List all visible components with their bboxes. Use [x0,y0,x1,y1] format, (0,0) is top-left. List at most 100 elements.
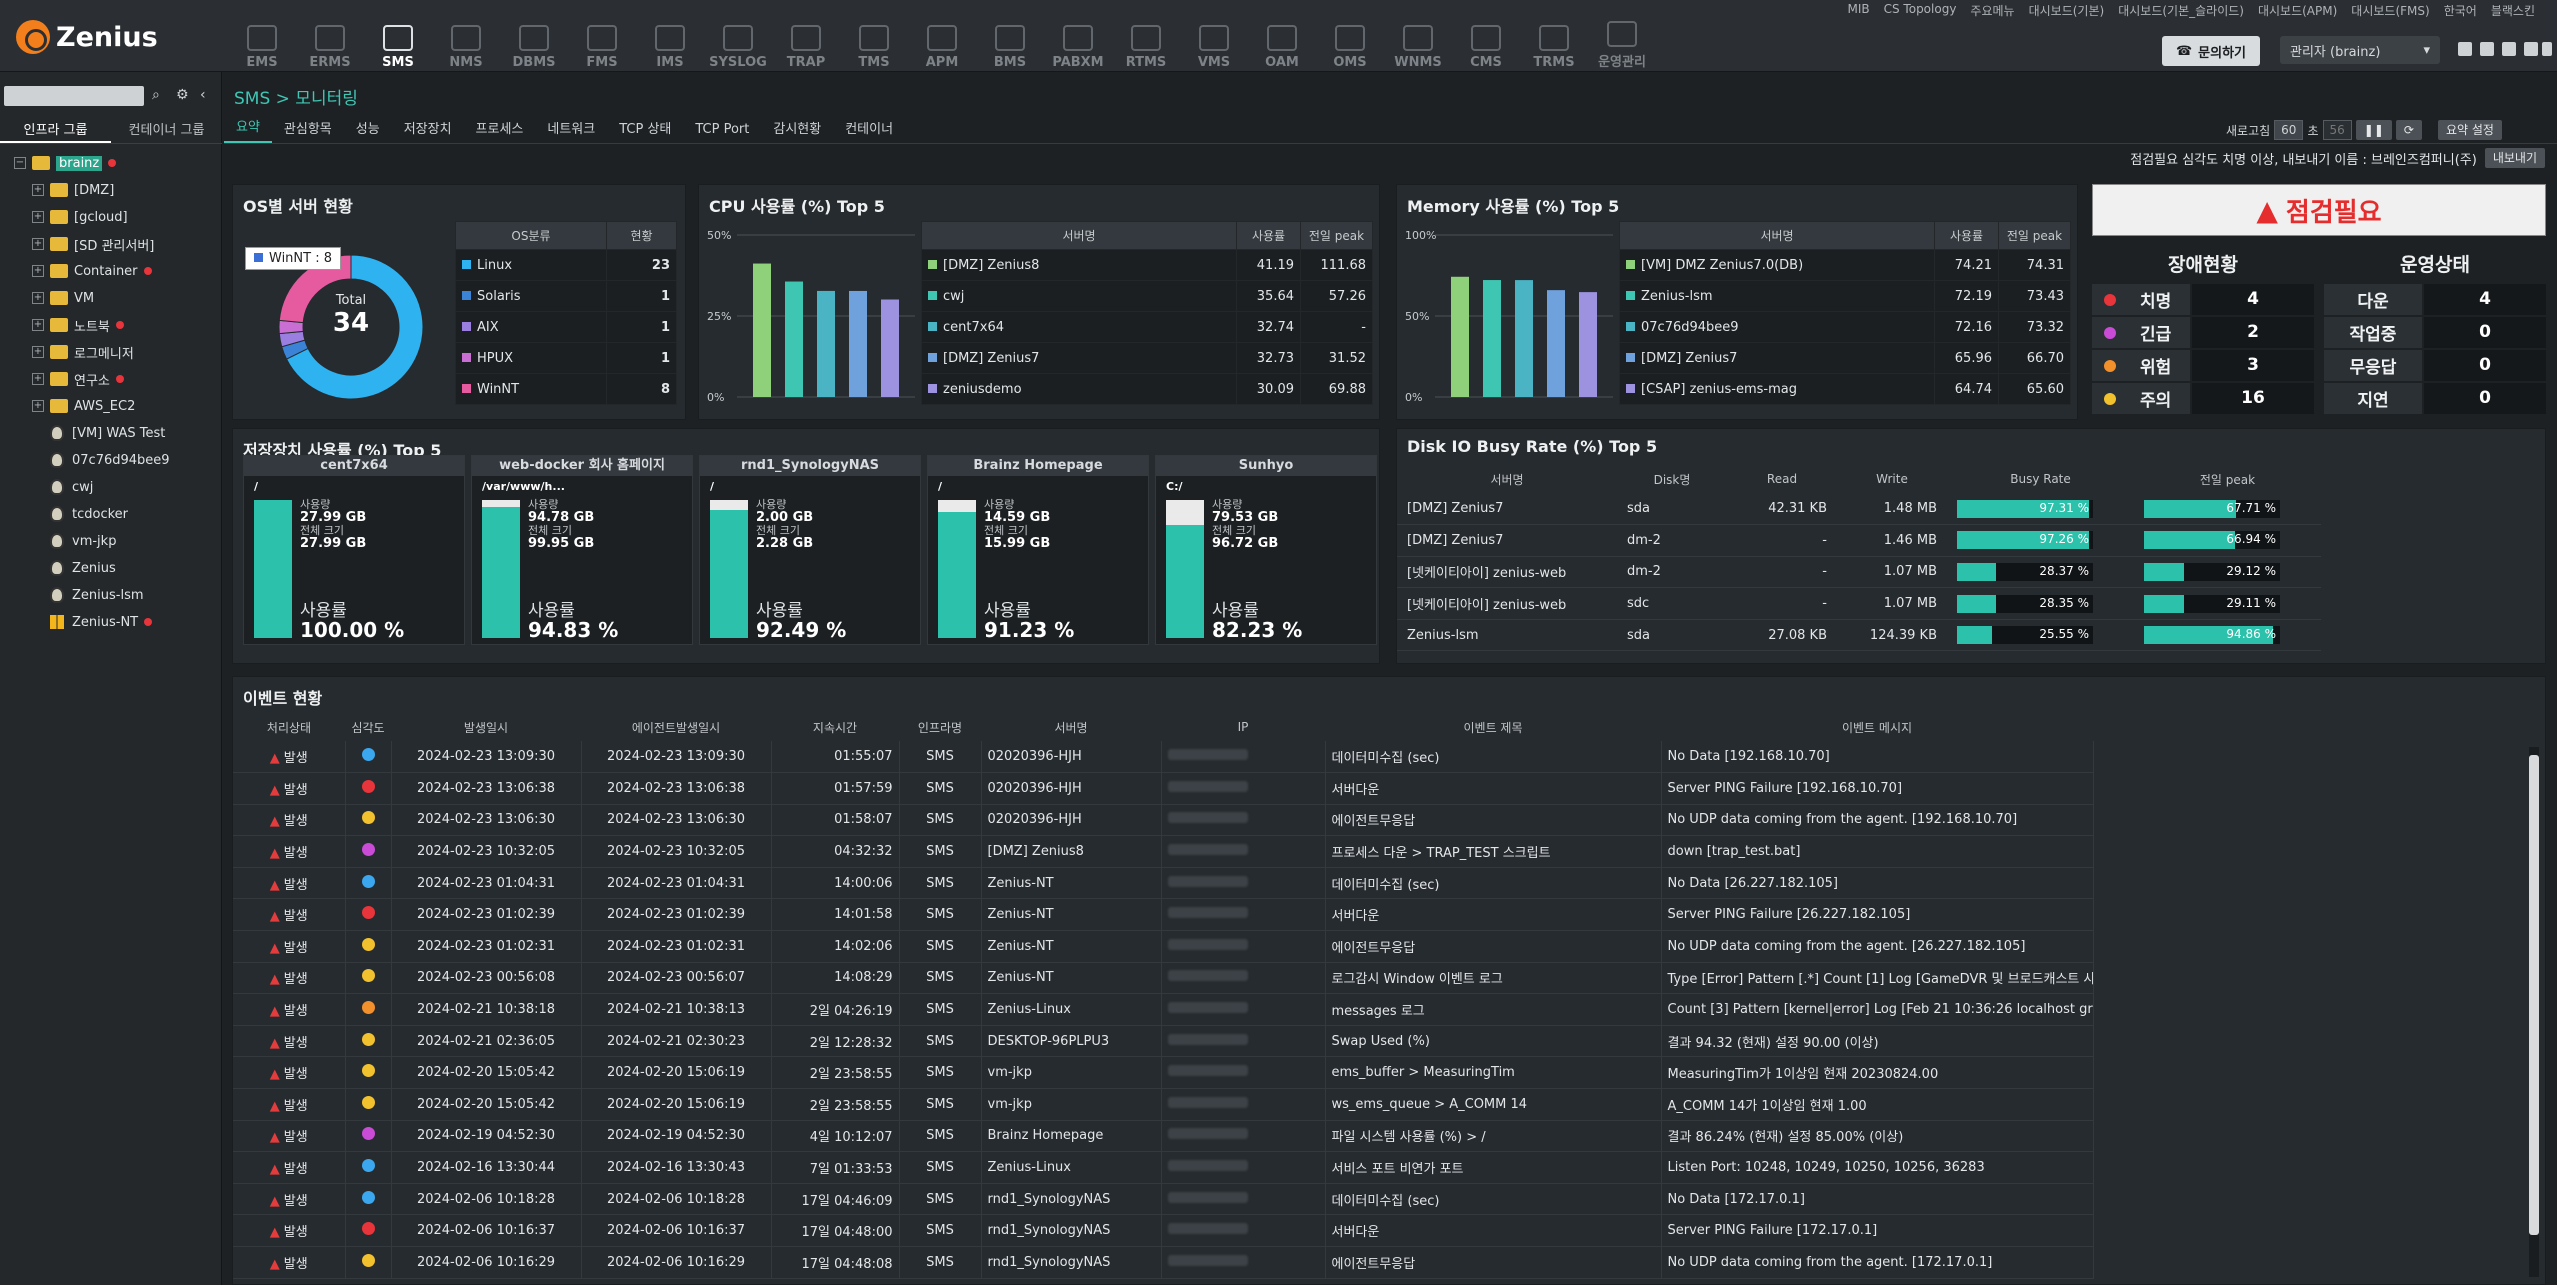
module-rtms[interactable]: RTMS [1112,14,1180,70]
summary-settings-button[interactable]: 요약 설정 [2437,120,2502,140]
sidebar-tab[interactable]: 인프라 그룹 [0,118,111,143]
table-row[interactable]: [CSAP] zenius-ems-mag 64.74 65.60 [1619,373,2071,405]
table-row[interactable]: cwj 35.64 57.26 [921,280,1373,312]
plus-icon[interactable]: + [32,292,44,304]
event-col-header[interactable]: 발생일시 [391,713,581,741]
module-sms[interactable]: SMS [364,14,432,70]
tree-node[interactable]: − brainz [14,150,117,176]
status-row[interactable]: 다운 4 [2324,284,2546,315]
plus-icon[interactable]: + [32,265,44,277]
table-row[interactable]: ▲ 발생 2024-02-23 13:06:30 2024-02-23 13:06:3… [233,804,2094,837]
plus-icon[interactable]: + [32,346,44,358]
module-wnms[interactable]: WNMS [1384,14,1452,70]
table-row[interactable]: [DMZ] Zenius7 65.96 66.70 [1619,342,2071,374]
event-col-header[interactable]: 심각도 [345,713,391,741]
top-link[interactable]: CS Topology [1884,2,1957,19]
table-row[interactable]: ▲ 발생 2024-02-16 13:30:44 2024-02-16 13:30:4… [233,1151,2094,1184]
event-col-header[interactable]: 인프라명 [899,713,981,741]
plus-icon[interactable]: + [32,238,44,250]
module-oms[interactable]: OMS [1316,14,1384,70]
top-link[interactable]: MIB [1848,2,1870,19]
refresh-interval-select[interactable]: 60 [2274,120,2304,140]
tab-성능[interactable]: 성능 [344,117,392,143]
top-link[interactable]: 대시보드(기본) [2029,2,2105,19]
table-row[interactable]: ▲ 발생 2024-02-06 10:18:28 2024-02-06 10:18:2… [233,1183,2094,1216]
table-row[interactable]: ▲ 발생 2024-02-20 15:05:42 2024-02-20 15:06:1… [233,1088,2094,1121]
admin-select[interactable]: 관리자 (brainz) ▾ [2280,36,2440,64]
tree-node[interactable]: + 연구소 [32,366,124,392]
module-oam[interactable]: OAM [1248,14,1316,70]
module-fms[interactable]: FMS [568,14,636,70]
top-link[interactable]: 대시보드(FMS) [2351,2,2429,19]
export-button[interactable]: 내보내기 [2484,148,2545,168]
module-운영관리[interactable]: 운영관리 [1588,14,1656,70]
module-trap[interactable]: TRAP [772,14,840,70]
event-col-header[interactable]: IP [1161,713,1325,741]
table-row[interactable]: ▲ 발생 2024-02-06 10:16:29 2024-02-06 10:16:2… [233,1246,2094,1279]
tab-TCP Port[interactable]: TCP Port [683,117,761,143]
table-row[interactable]: ▲ 발생 2024-02-23 01:02:39 2024-02-23 01:02:3… [233,898,2094,932]
top-link[interactable]: 대시보드(APM) [2258,2,2337,19]
plus-icon[interactable]: + [32,319,44,331]
table-row[interactable]: ▲ 발생 2024-02-23 10:32:05 2024-02-23 10:32:0… [233,835,2094,868]
chart-bar[interactable] [1451,276,1469,397]
event-scrollbar[interactable] [2529,747,2539,1277]
gear-icon[interactable]: ⚙ [176,88,190,102]
tree-node[interactable]: + [SD 관리서버] [32,231,154,257]
module-vms[interactable]: VMS [1180,14,1248,70]
storage-card[interactable]: web-docker 회사 홈페이지/var/www/h... 사용량 94.78 … [471,455,693,645]
tree-node[interactable]: vm-jkp [50,528,116,554]
module-bms[interactable]: BMS [976,14,1044,70]
table-row[interactable]: [DMZ] Zenius7 32.73 31.52 [921,342,1373,374]
event-col-header[interactable]: 서버명 [981,713,1161,741]
event-col-header[interactable]: 지속시간 [771,713,899,741]
tree-node[interactable]: + 노트북 [32,312,124,338]
table-row[interactable]: ▲ 발생 2024-02-06 10:16:37 2024-02-06 10:16:3… [233,1214,2094,1247]
module-dbms[interactable]: DBMS [500,14,568,70]
status-row[interactable]: 주의 16 [2092,383,2314,414]
tab-관심항목[interactable]: 관심항목 [272,117,344,143]
table-row[interactable]: ▲ 발생 2024-02-21 10:38:18 2024-02-21 10:38:1… [233,993,2094,1026]
zenius-logo[interactable]: Zenius [16,20,158,54]
top-link[interactable]: 블랙스킨 [2491,2,2535,19]
tree-node[interactable]: Zenius [50,555,116,581]
module-trms[interactable]: TRMS [1520,14,1588,70]
table-row[interactable]: HPUX 1 [455,342,677,374]
tab-TCP 상태[interactable]: TCP 상태 [607,117,683,143]
bell-icon[interactable] [2542,42,2552,56]
table-row[interactable]: Zenius-lsm sda 27.08 KB 124.39 KB 25.55 % 94.… [1397,619,2321,652]
alert-banner[interactable]: ▲ 점검필요 [2092,184,2546,236]
status-row[interactable]: 위험 3 [2092,350,2314,381]
event-col-header[interactable]: 이벤트 메시지 [1661,713,2093,741]
tree-node[interactable]: 07c76d94bee9 [50,447,170,473]
tab-컨테이너[interactable]: 컨테이너 [833,117,905,143]
plus-icon[interactable]: + [32,373,44,385]
tree-node[interactable]: cwj [50,474,93,500]
inquiry-button[interactable]: ☎ 문의하기 [2162,36,2260,66]
table-row[interactable]: ▲ 발생 2024-02-23 01:04:31 2024-02-23 01:04:3… [233,867,2094,900]
chart-bar[interactable] [753,263,771,397]
tree-search-input[interactable] [4,86,144,106]
chart-bar[interactable] [1547,290,1565,397]
module-erms[interactable]: ERMS [296,14,364,70]
chart-bar[interactable] [881,299,899,397]
status-row[interactable]: 무응답 0 [2324,350,2546,381]
tree-node[interactable]: tcdocker [50,501,128,527]
top-link[interactable]: 대시보드(기본_슬라이드) [2118,2,2244,19]
table-row[interactable]: zeniusdemo 30.09 69.88 [921,373,1373,405]
tab-감시현황[interactable]: 감시현황 [761,117,833,143]
status-row[interactable]: 작업중 0 [2324,317,2546,348]
search-icon[interactable]: ⌕ [152,88,166,102]
tree-node[interactable]: + Container [32,258,152,284]
module-syslog[interactable]: SYSLOG [704,14,772,70]
tree-node[interactable]: Zenius-NT [50,609,153,635]
chart-bar[interactable] [1579,292,1597,397]
module-ims[interactable]: IMS [636,14,704,70]
tab-프로세스[interactable]: 프로세스 [464,117,536,143]
minus-icon[interactable]: − [14,157,26,169]
module-ems[interactable]: EMS [228,14,296,70]
table-row[interactable]: ▲ 발생 2024-02-23 13:09:30 2024-02-23 13:09:3… [233,741,2094,774]
tree-node[interactable]: + [gcloud] [32,204,128,230]
tab-저장장치[interactable]: 저장장치 [392,117,464,143]
tree-node[interactable]: + 로그메니저 [32,339,134,365]
